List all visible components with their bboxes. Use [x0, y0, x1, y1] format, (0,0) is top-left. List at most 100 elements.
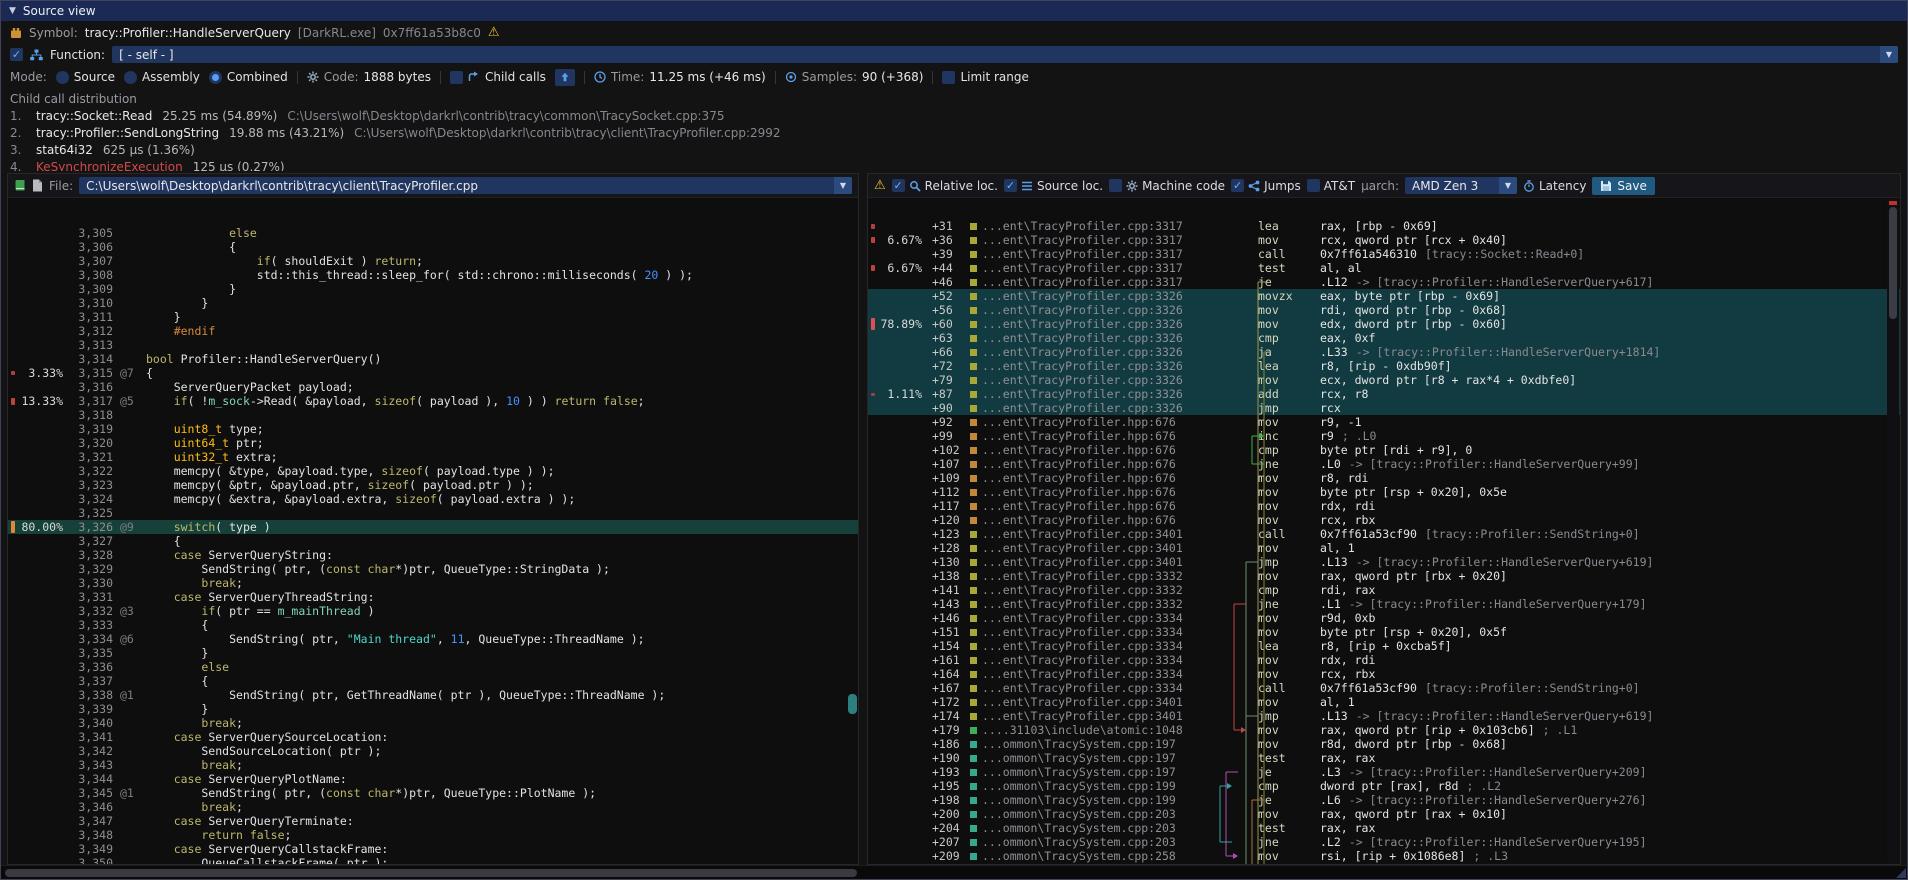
uarch-combo[interactable]: AMD Zen 3 ▼ — [1405, 177, 1517, 194]
chevron-down-icon[interactable]: ▼ — [1499, 177, 1517, 194]
collapse-arrow-icon[interactable]: ▼ — [9, 6, 16, 16]
source-line[interactable]: 3,335 } — [8, 646, 858, 660]
assembly-line[interactable]: 6.67%+36...ent\TracyProfiler.cpp:3317mov… — [868, 233, 1900, 247]
source-line[interactable]: 3,311 } — [8, 310, 858, 324]
assembly-line[interactable]: +207...ommon\TracySystem.cpp:203jne.L2->… — [868, 835, 1900, 849]
file-combo[interactable]: C:\Users\wolf\Desktop\darkrl\contrib\tra… — [79, 177, 852, 194]
source-vertical-scrollbar[interactable] — [848, 694, 857, 714]
assembly-line[interactable]: +195...ommon\TracySystem.cpp:199cmpdword… — [868, 779, 1900, 793]
assembly-line[interactable]: +112...ent\TracyProfiler.hpp:676movbyte … — [868, 485, 1900, 499]
assembly-line[interactable]: +120...ent\TracyProfiler.hpp:676movrcx, … — [868, 513, 1900, 527]
source-line[interactable]: 3,306 { — [8, 240, 858, 254]
source-line[interactable]: 3,331 case ServerQueryThreadString: — [8, 590, 858, 604]
scrollbar-thumb[interactable] — [5, 869, 857, 877]
source-line[interactable]: 3,314bool Profiler::HandleServerQuery() — [8, 352, 858, 366]
source-line[interactable]: 3,322 memcpy( &type, &payload.type, size… — [8, 464, 858, 478]
assembly-line[interactable]: +109...ent\TracyProfiler.hpp:676movr8, r… — [868, 471, 1900, 485]
assembly-line[interactable]: +107...ent\TracyProfiler.hpp:676jne.L0->… — [868, 457, 1900, 471]
assembly-line[interactable]: +216...ommon\TracySystem.cpp:258testrsi,… — [868, 863, 1900, 864]
source-line[interactable]: 3,318 — [8, 408, 858, 422]
assembly-line[interactable]: +92...ent\TracyProfiler.hpp:676movr9, -1 — [868, 415, 1900, 429]
assembly-line[interactable]: +209...ommon\TracySystem.cpp:258movrsi, … — [868, 849, 1900, 863]
assembly-line[interactable]: +31...ent\TracyProfiler.cpp:3317learax, … — [868, 219, 1900, 233]
source-line[interactable]: 80.00%3,326@9 switch( type ) — [8, 520, 858, 534]
source-line[interactable]: 3,327 { — [8, 534, 858, 548]
mode-radio-source[interactable]: Source — [56, 70, 115, 84]
source-line[interactable]: 3,344 case ServerQueryPlotName: — [8, 772, 858, 786]
jumps-toggle[interactable]: Jumps — [1231, 179, 1301, 193]
assembly-line[interactable]: +164...ent\TracyProfiler.cpp:3334movrcx,… — [868, 667, 1900, 681]
assembly-line[interactable]: +63...ent\TracyProfiler.cpp:3326cmpeax, … — [868, 331, 1900, 345]
assembly-line[interactable]: +72...ent\TracyProfiler.cpp:3326lear8, [… — [868, 359, 1900, 373]
child-call-row[interactable]: 3.stat64i32625 μs (1.36%) — [1, 141, 1907, 158]
source-line[interactable]: 3,313 — [8, 338, 858, 352]
source-line[interactable]: 3,345@1 SendString( ptr, (const char*)pt… — [8, 786, 858, 800]
resize-grip[interactable] — [1896, 868, 1906, 878]
source-line[interactable]: 3,347 case ServerQueryTerminate: — [8, 814, 858, 828]
source-line[interactable]: 3,328 case ServerQueryString: — [8, 548, 858, 562]
source-line[interactable]: 3,325 — [8, 506, 858, 520]
machine-code-toggle[interactable]: Machine code — [1109, 179, 1225, 193]
source-line[interactable]: 3,321 uint32_t extra; — [8, 450, 858, 464]
source-line[interactable]: 3,332@3 if( ptr == m_mainThread ) — [8, 604, 858, 618]
assembly-line[interactable]: +128...ent\TracyProfiler.cpp:3401moval, … — [868, 541, 1900, 555]
assembly-line[interactable]: +141...ent\TracyProfiler.cpp:3332cmprdi,… — [868, 583, 1900, 597]
chevron-down-icon[interactable]: ▼ — [834, 177, 852, 194]
source-line[interactable]: 3,349 case ServerQueryCallstackFrame: — [8, 842, 858, 856]
child-call-row[interactable]: 4.KeSynchronizeExecution125 μs (0.27%) — [1, 158, 1907, 171]
source-line[interactable]: 3,343 break; — [8, 758, 858, 772]
assembly-line[interactable]: +143...ent\TracyProfiler.cpp:3332jne.L1-… — [868, 597, 1900, 611]
assembly-line[interactable]: +146...ent\TracyProfiler.cpp:3334movr9d,… — [868, 611, 1900, 625]
assembly-line[interactable]: +161...ent\TracyProfiler.cpp:3334movrdx,… — [868, 653, 1900, 667]
assembly-line[interactable]: +167...ent\TracyProfiler.cpp:3334call0x7… — [868, 681, 1900, 695]
source-line[interactable]: 3,308 std::this_thread::sleep_for( std::… — [8, 268, 858, 282]
source-line[interactable]: 3,336 else — [8, 660, 858, 674]
source-line[interactable]: 3,339 } — [8, 702, 858, 716]
source-line[interactable]: 3,341 case ServerQuerySourceLocation: — [8, 730, 858, 744]
assembly-line[interactable]: +154...ent\TracyProfiler.cpp:3334lear8, … — [868, 639, 1900, 653]
child-call-row[interactable]: 2.tracy::Profiler::SendLongString19.88 m… — [1, 124, 1907, 141]
assembly-line[interactable]: +138...ent\TracyProfiler.cpp:3332movrax,… — [868, 569, 1900, 583]
source-line[interactable]: 3,346 break; — [8, 800, 858, 814]
assembly-line[interactable]: +186...ommon\TracySystem.cpp:197movr8d, … — [868, 737, 1900, 751]
source-line[interactable]: 3,320 uint64_t ptr; — [8, 436, 858, 450]
assembly-line[interactable]: +56...ent\TracyProfiler.cpp:3326movrdi, … — [868, 303, 1900, 317]
latency-toggle[interactable]: Latency — [1523, 179, 1586, 193]
assembly-line[interactable]: +39...ent\TracyProfiler.cpp:3317call0x7f… — [868, 247, 1900, 261]
assembly-line[interactable]: 78.89%+60...ent\TracyProfiler.cpp:3326mo… — [868, 317, 1900, 331]
source-line[interactable]: 3,324 memcpy( &extra, &payload.extra, si… — [8, 492, 858, 506]
source-line[interactable]: 3,319 uint8_t type; — [8, 422, 858, 436]
source-line[interactable]: 3,329 SendString( ptr, (const char*)ptr,… — [8, 562, 858, 576]
assembly-line[interactable]: +151...ent\TracyProfiler.cpp:3334movbyte… — [868, 625, 1900, 639]
source-line[interactable]: 3,316 ServerQueryPacket payload; — [8, 380, 858, 394]
assembly-line[interactable]: +193...ommon\TracySystem.cpp:197je.L3-> … — [868, 765, 1900, 779]
source-line[interactable]: 3,309 } — [8, 282, 858, 296]
source-line[interactable]: 3,333 { — [8, 618, 858, 632]
assembly-line[interactable]: +179....31103\include\atomic:1048movrax,… — [868, 723, 1900, 737]
assembly-line[interactable]: +130...ent\TracyProfiler.cpp:3401jmp.L13… — [868, 555, 1900, 569]
source-line[interactable]: 13.33%3,317@5 if( !m_sock->Read( &payloa… — [8, 394, 858, 408]
assembly-line[interactable]: +123...ent\TracyProfiler.cpp:3401call0x7… — [868, 527, 1900, 541]
assembly-line[interactable]: +198...ommon\TracySystem.cpp:199je.L6-> … — [868, 793, 1900, 807]
source-line[interactable]: 3,342 SendSourceLocation( ptr ); — [8, 744, 858, 758]
mode-radio-combined[interactable]: Combined — [209, 70, 288, 84]
source-line[interactable]: 3,340 break; — [8, 716, 858, 730]
chevron-down-icon[interactable]: ▼ — [1880, 46, 1898, 63]
source-line[interactable]: 3,334@6 SendString( ptr, "Main thread", … — [8, 632, 858, 646]
assembly-line[interactable]: +99...ent\TracyProfiler.hpp:676incr9; .L… — [868, 429, 1900, 443]
source-line[interactable]: 3,307 if( shouldExit ) return; — [8, 254, 858, 268]
assembly-line[interactable]: +204...ommon\TracySystem.cpp:203testrax,… — [868, 821, 1900, 835]
assembly-line[interactable]: +117...ent\TracyProfiler.hpp:676movrdx, … — [868, 499, 1900, 513]
assembly-line[interactable]: +200...ommon\TracySystem.cpp:203movrax, … — [868, 807, 1900, 821]
relative-loc-toggle[interactable]: Relative loc. — [892, 179, 998, 193]
child-call-row[interactable]: 1.tracy::Socket::Read25.25 ms (54.89%)C:… — [1, 107, 1907, 124]
assembly-line[interactable]: +46...ent\TracyProfiler.cpp:3317je.L12->… — [868, 275, 1900, 289]
source-line[interactable]: 3,305 else — [8, 226, 858, 240]
assembly-line[interactable]: 1.11%+87...ent\TracyProfiler.cpp:3326add… — [868, 387, 1900, 401]
source-line[interactable]: 3,330 break; — [8, 576, 858, 590]
assembly-line[interactable]: +174...ent\TracyProfiler.cpp:3401jmp.L13… — [868, 709, 1900, 723]
horizontal-scrollbar[interactable] — [1, 865, 1907, 879]
limit-range-toggle[interactable]: Limit range — [942, 70, 1028, 84]
titlebar[interactable]: ▼ Source view — [1, 1, 1907, 21]
function-combo[interactable]: [ - self - ] ▼ — [112, 46, 1898, 63]
